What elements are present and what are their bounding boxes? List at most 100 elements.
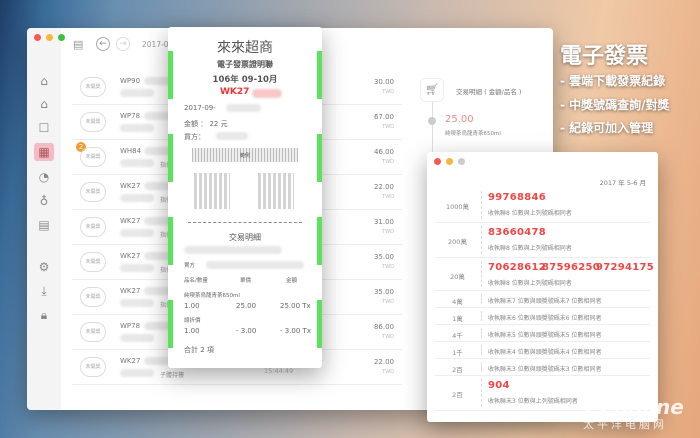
prize-label: 2百 <box>452 366 463 374</box>
promo-line: - 中獎號碼查詢/對獎 <box>560 98 670 112</box>
invoice-amount: 35.00 <box>373 253 394 261</box>
prize-desc: 收執聯8 位數與上列號碼相同者 <box>488 245 572 252</box>
currency: TWD <box>382 124 394 130</box>
currency: TWD <box>382 194 394 200</box>
seller-label: 賣方 <box>184 263 196 269</box>
timer-icon[interactable]: ◔ <box>35 168 53 186</box>
item-qty: 1.00 <box>184 302 200 310</box>
prize-period: 2017 年 5-6 月 <box>599 179 646 187</box>
home-icon[interactable]: ⌂ <box>35 72 53 90</box>
zoom-button[interactable] <box>458 158 465 165</box>
redacted <box>120 159 154 167</box>
divider <box>481 226 482 254</box>
gear-icon[interactable]: ⚙ <box>35 258 53 276</box>
invoice-code: WK27 <box>120 357 141 365</box>
invoice-number: WK27 <box>220 87 250 97</box>
invoice-code: WP78 <box>120 322 141 330</box>
minimize-button[interactable] <box>46 34 53 41</box>
prize-desc: 收執聯末3 位數與上列號碼相同者 <box>488 398 578 405</box>
redacted <box>226 104 261 112</box>
sample-label: 範例 <box>239 153 250 159</box>
currency: TWD <box>382 334 394 340</box>
green-marker <box>168 300 173 348</box>
prize-row: 1千 收執聯末4 位數與頭獎號碼末4 位數相同者 <box>435 342 650 359</box>
receipt-buyer: 買方： <box>184 133 205 141</box>
invoice-amount: 31.00 <box>373 218 394 226</box>
sidebar-toggle-icon[interactable]: ▤ <box>73 38 83 51</box>
download-icon[interactable]: ⤓ <box>35 282 53 300</box>
prize-label: 200萬 <box>448 238 467 246</box>
redacted <box>120 124 154 132</box>
receipt-period: 106年 09-10月 <box>212 75 278 85</box>
back-button[interactable]: ← <box>96 37 110 51</box>
divider <box>188 222 302 223</box>
item-total: 25.00 Tx <box>280 302 311 310</box>
invoice-amount: 22.00 <box>373 358 394 366</box>
zoom-button[interactable] <box>58 34 65 41</box>
lock-icon[interactable]: 🔒︎ <box>35 306 53 324</box>
prize-desc: 收執聯末5 位數與頭獎號碼末5 位數相同者 <box>488 332 602 339</box>
cart-icon: 🛒︎ <box>420 78 444 102</box>
divider <box>481 311 482 321</box>
currency: TWD <box>382 369 394 375</box>
money-bag-icon[interactable]: ♁ <box>35 192 53 210</box>
minimize-button[interactable] <box>446 158 453 165</box>
prize-label: 20萬 <box>450 273 465 281</box>
share-icon[interactable]: ☐ <box>35 119 53 137</box>
redacted <box>120 229 154 237</box>
timeline-dot <box>428 117 436 125</box>
invoice-code: WP90 <box>120 77 141 85</box>
prize-desc: 收執聯末3 位數與頭獎號碼末3 位數相同者 <box>488 366 602 373</box>
close-button[interactable] <box>34 34 41 41</box>
invoice-amount: 67.00 <box>373 113 394 121</box>
item-name: 純喫茶烏龍青茶650ml <box>184 293 240 299</box>
prize-label: 2百 <box>452 391 463 399</box>
list-icon[interactable]: ▤ <box>35 216 53 234</box>
promo-line: - 紀錄可加入管理 <box>560 121 654 135</box>
redacted <box>120 264 154 272</box>
col-price: 單價 <box>240 278 252 284</box>
winning-number: 904 <box>488 380 510 391</box>
barcode-icon[interactable]: ▦ <box>34 143 54 161</box>
invoice-code: WH84 <box>120 147 142 155</box>
winning-number: 99768846 <box>488 192 547 203</box>
detail-title: 交易明細 ( 金額/品名 ) <box>456 88 522 96</box>
winning-number: 70628612 <box>488 262 547 273</box>
prize-row: 1萬 收執聯末6 位數與頭獎號碼末6 位數相同者 <box>435 308 650 325</box>
divider <box>481 345 482 355</box>
window-controls <box>34 34 65 41</box>
promo-title: 電子發票 <box>560 44 649 69</box>
col-item: 品名/數量 <box>184 278 208 284</box>
invoice-amount: 86.00 <box>373 323 394 331</box>
invoice-amount: 22.00 <box>373 183 394 191</box>
prize-label: 4萬 <box>452 298 463 306</box>
store-icon[interactable]: ⌂ <box>35 95 53 113</box>
status-pill: 未開獎 <box>80 77 106 97</box>
divider <box>481 261 482 287</box>
detail-price: 25.00 <box>445 114 474 125</box>
divider <box>481 379 482 407</box>
redacted <box>252 89 282 98</box>
invoice-amount: 30.00 <box>373 78 394 86</box>
receipt-date: 2017-09- <box>184 104 216 112</box>
status-pill: 未開獎 <box>80 287 106 307</box>
divider <box>481 294 482 304</box>
forward-button[interactable]: → <box>116 37 130 51</box>
qr-code-right <box>258 173 294 209</box>
prize-row: 200萬 83660478 收執聯8 位數與上列號碼相同者 <box>435 223 650 258</box>
invoice-amount: 46.00 <box>373 148 394 156</box>
divider <box>481 191 482 219</box>
prize-desc: 收執聯8 位數與上列號碼相同者 <box>488 210 572 217</box>
status-pill: 未開獎 <box>80 112 106 132</box>
currency: TWD <box>382 229 394 235</box>
status-pill: 未開獎 <box>80 147 106 167</box>
receipt-sum: 合計 2 項 <box>184 346 214 354</box>
status-pill: 未開獎 <box>80 182 106 202</box>
close-button[interactable] <box>434 158 441 165</box>
redacted <box>120 89 154 97</box>
status-pill: 未開獎 <box>80 322 106 342</box>
prize-desc: 收執聯末7 位數與頭獎號碼末7 位數相同者 <box>488 298 602 305</box>
prize-label: 4千 <box>452 332 463 340</box>
sidebar: ⌂ ⌂ ☐ ▦ ◔ ♁ ▤ ⚙ ⤓ 🔒︎ <box>27 28 65 410</box>
col-total: 金額 <box>286 278 298 284</box>
